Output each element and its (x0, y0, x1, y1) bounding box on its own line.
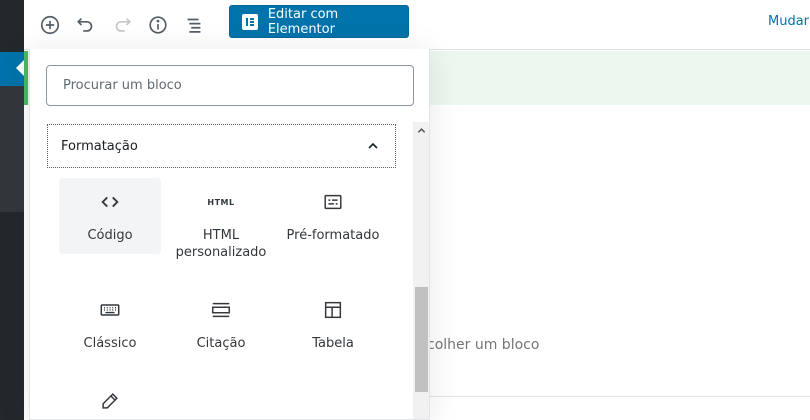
scroll-up-arrow-icon[interactable] (413, 122, 429, 139)
block-item-verse[interactable] (59, 377, 161, 419)
pullquote-icon (170, 298, 272, 322)
block-item-label: Citação (196, 336, 246, 351)
pencil-icon (59, 389, 161, 413)
elementor-logo-icon (242, 13, 258, 30)
switch-link[interactable]: Mudar (768, 14, 809, 29)
block-item-label: Código (87, 228, 133, 243)
block-item-code[interactable]: Código (59, 178, 161, 254)
code-icon (59, 190, 161, 214)
formatting-panel-toggle[interactable]: Formatação (47, 124, 396, 168)
block-inserter-popover: Formatação Código HTML HTML personalizad… (29, 49, 430, 420)
block-item-label: Pré-formatado (286, 228, 380, 243)
block-item-label: Clássico (83, 336, 137, 351)
block-item-pullquote[interactable]: Citação (170, 286, 272, 352)
elementor-button-label: Editar com Elementor (267, 6, 339, 37)
admin-sidebar (0, 0, 24, 420)
editor-divider (430, 396, 810, 397)
admin-submenu (0, 86, 24, 212)
block-item-classic[interactable]: Clássico (59, 286, 161, 352)
edit-with-elementor-button[interactable]: Editar com Elementor (229, 5, 409, 38)
block-item-custom-html[interactable]: HTML HTML personalizado (170, 178, 272, 261)
panel-title: Formatação (61, 138, 138, 154)
table-icon (282, 298, 384, 322)
active-menu-arrow (16, 60, 24, 76)
block-item-table[interactable]: Tabela (282, 286, 384, 352)
chevron-up-icon (368, 142, 378, 149)
list-outline-icon[interactable] (179, 10, 209, 40)
scrollbar-thumb[interactable] (415, 287, 428, 392)
preformatted-icon (282, 190, 384, 214)
info-icon[interactable] (143, 10, 173, 40)
block-item-label: Tabela (312, 336, 354, 351)
plus-circle-icon[interactable] (35, 10, 65, 40)
block-search-input[interactable] (46, 65, 414, 106)
block-item-label: HTML personalizado (175, 228, 267, 260)
redo-icon[interactable] (107, 10, 137, 40)
editor-placeholder-text[interactable]: colher um bloco (427, 337, 539, 353)
html-icon: HTML (207, 197, 235, 207)
undo-icon[interactable] (71, 10, 101, 40)
top-toolbar: Editar com Elementor Mudar (24, 0, 810, 50)
keyboard-icon (59, 298, 161, 322)
block-item-preformatted[interactable]: Pré-formatado (282, 178, 384, 244)
inserter-scrollbar[interactable] (413, 122, 429, 419)
